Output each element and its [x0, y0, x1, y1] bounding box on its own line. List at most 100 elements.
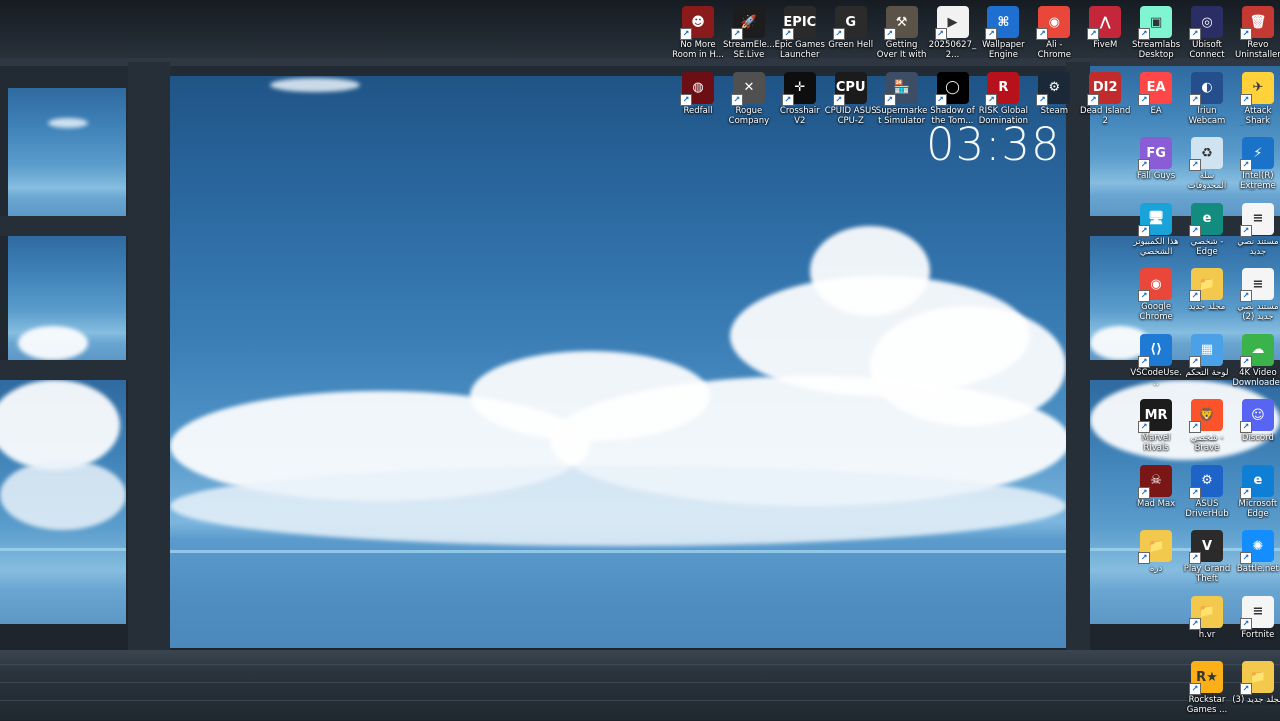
- icon-discord[interactable]: ☺ ↗ Discord: [1232, 395, 1280, 459]
- icon-label: شخصي - Brave: [1190, 433, 1224, 453]
- icon-epic-games[interactable]: EPIC ↗ Epic Games Launcher: [774, 2, 826, 66]
- icon-new-text-doc-2[interactable]: ≡ ↗ مستند نصي جديد (2): [1232, 264, 1280, 328]
- icon-redfall[interactable]: ◍ ↗ Redfall: [672, 68, 724, 132]
- icon-shadow-tomb-raider[interactable]: ◯ ↗ Shadow of the Tom...: [927, 68, 979, 132]
- shortcut-arrow-icon: ↗: [1239, 617, 1252, 630]
- icon-getting-over-it[interactable]: ⚒↗Getting Over It with Ben...: [876, 2, 928, 66]
- icon-mad-max[interactable]: ☠ ↗ Mad Max: [1130, 461, 1182, 525]
- shortcut-arrow-icon: ↗: [832, 28, 845, 40]
- icon-control-panel[interactable]: ▦ ↗ لوحة التحكم: [1181, 330, 1233, 394]
- icon-label: Intel(R) Extreme Tu...: [1240, 171, 1276, 191]
- icon-label: VSCodeUse...: [1130, 367, 1182, 388]
- icon-attack-shark-icon: ✈ ↗: [1239, 71, 1274, 106]
- icon-microsoft-edge[interactable]: e ↗ Microsoft Edge: [1232, 461, 1280, 525]
- icon-ubisoft-connect[interactable]: ◎ ↗ Ubisoft Connect: [1181, 2, 1233, 66]
- shortcut-arrow-icon: ↗: [1189, 486, 1201, 499]
- icon-label: مجلد جديد: [1188, 302, 1226, 312]
- icon-edge-personal[interactable]: e ↗ شخصي - Edge: [1181, 199, 1233, 263]
- icon-label: مستند نصي جديد (2): [1237, 302, 1279, 322]
- icon-google-chrome[interactable]: ◉ ↗ Google Chrome: [1130, 264, 1182, 328]
- shortcut-arrow-icon: ↗: [1239, 28, 1252, 40]
- icon-folder-h[interactable]: 📁 ↗ h.vr: [1181, 592, 1233, 656]
- shortcut-arrow-icon: ↗: [832, 93, 845, 106]
- icon-no-more-room-icon: ☻ ↗: [680, 6, 714, 40]
- icon-new-folder-3-icon: 📁 ↗: [1239, 661, 1274, 695]
- icon-edge-personal-icon: e ↗: [1189, 202, 1223, 237]
- icon-asus-driverhub[interactable]: ⚙ ↗ ASUS DriverHub: [1181, 461, 1233, 525]
- icon-fivem[interactable]: ⋀ ↗ FiveM: [1079, 2, 1131, 66]
- icon-4k-video-downloader[interactable]: ☁↗4K Video Downloader+: [1232, 330, 1280, 394]
- icon-vscode-icon: ⟨⟩ ↗: [1138, 333, 1173, 368]
- icon-fortnite[interactable]: ≡ ↗ Fortnite: [1232, 592, 1280, 656]
- icon-label: ASUS DriverHub: [1185, 498, 1229, 519]
- icon-wallpaper-engine-icon: ⌘ ↗: [985, 6, 1020, 40]
- icon-dead-island-2[interactable]: DI2 ↗ Dead Island 2: [1079, 68, 1131, 132]
- icon-iriun-webcam[interactable]: ◐ ↗ Iriun Webcam: [1181, 68, 1233, 132]
- icon-discord-icon: ☺ ↗: [1239, 399, 1274, 433]
- shortcut-arrow-icon: ↗: [934, 93, 947, 106]
- icon-label: Rogue Company: [728, 105, 770, 126]
- icon-label: h.vr: [1198, 629, 1216, 640]
- icon-wallpaper-engine[interactable]: ⌘ ↗ Wallpaper Engine: [977, 2, 1029, 66]
- icon-label: Ali - Chrome: [1037, 40, 1071, 60]
- icon-streamlabs-icon: ▣ ↗: [1138, 6, 1173, 40]
- shortcut-arrow-icon: ↗: [1239, 93, 1252, 106]
- icon-gta-v[interactable]: V↗Play Grand Theft Auto...: [1181, 526, 1233, 590]
- icon-marvel-rivals-icon: MR ↗: [1138, 399, 1173, 433]
- icon-green-hell[interactable]: G ↗ Green Hell: [825, 2, 877, 66]
- icon-risk-global-domination[interactable]: R ↗ RISK Global Domination: [977, 68, 1029, 132]
- icon-recycle-bin[interactable]: ♻ ↗ سلة المحذوفات: [1181, 133, 1233, 197]
- icon-fall-guys[interactable]: FG ↗ Fall Guys: [1130, 133, 1182, 197]
- icon-intel-extreme-tuning-icon: ⚡ ↗: [1239, 137, 1274, 171]
- icon-battle-net[interactable]: ✺ ↗ Battle.net: [1232, 526, 1280, 590]
- icon-supermarket-simulator[interactable]: 🏪 ↗ Supermarket Simulator: [876, 68, 928, 132]
- icon-shadow-tomb-raider-icon: ◯ ↗: [934, 71, 969, 106]
- icon-streamelements[interactable]: 🚀 ↗ StreamEle... SE.Live: [723, 2, 775, 66]
- icon-fall-guys-icon: FG ↗: [1138, 137, 1173, 171]
- shortcut-arrow-icon: ↗: [1138, 486, 1151, 499]
- icon-label: Supermarket Simulator: [875, 105, 928, 126]
- icon-ali-chrome[interactable]: ◉ ↗ Ali - Chrome: [1028, 2, 1080, 66]
- icon-rockstar-games[interactable]: R★ ↗ Rockstar Games ...: [1181, 657, 1233, 721]
- icon-control-panel-icon: ▦ ↗: [1189, 333, 1223, 368]
- icon-revo-uninstaller-icon: 🗑 ↗: [1239, 6, 1274, 40]
- icon-new-folder-3[interactable]: 📁 ↗ مجلد جديد (3): [1232, 657, 1280, 721]
- icon-new-text-doc-icon: ≡ ↗: [1239, 202, 1274, 237]
- icon-ali-chrome-icon: ◉ ↗: [1036, 6, 1071, 40]
- icon-new-text-doc[interactable]: ≡ ↗ مستند نصي جديد: [1232, 199, 1280, 263]
- shortcut-arrow-icon: ↗: [1239, 421, 1252, 433]
- shortcut-arrow-icon: ↗: [985, 93, 998, 106]
- icon-asus-driverhub-icon: ⚙ ↗: [1189, 464, 1223, 499]
- icon-attack-shark[interactable]: ✈↗Attack Shark Software: [1232, 68, 1280, 132]
- shortcut-arrow-icon: ↗: [680, 93, 692, 106]
- icon-revo-uninstaller[interactable]: 🗑 ↗ Revo Uninstaller: [1232, 2, 1280, 66]
- icon-label: Attack Shark Software: [1244, 105, 1272, 126]
- icon-fivem-icon: ⋀ ↗: [1087, 6, 1122, 40]
- icon-intel-extreme-tuning[interactable]: ⚡↗Intel(R) Extreme Tu...: [1232, 133, 1280, 197]
- icon-label: Getting Over It with Ben...: [876, 40, 927, 60]
- wallpaper-frame-right: [1066, 62, 1090, 652]
- shortcut-arrow-icon: ↗: [1239, 355, 1252, 368]
- shortcut-arrow-icon: ↗: [1239, 224, 1252, 237]
- icon-vscode[interactable]: ⟨⟩ ↗ VSCodeUse...: [1130, 330, 1182, 394]
- icon-marvel-rivals[interactable]: MR ↗ Marvel Rivals: [1130, 395, 1182, 459]
- icon-label: EA: [1150, 105, 1162, 116]
- icon-steam[interactable]: ⚙ ↗ Steam: [1028, 68, 1080, 132]
- shortcut-arrow-icon: ↗: [985, 28, 998, 40]
- icon-label: Epic Games Launcher: [774, 40, 825, 60]
- icon-no-more-room[interactable]: ☻ ↗ No More Room in H...: [672, 2, 724, 66]
- icon-crosshair-v2[interactable]: ✛ ↗ Crosshair V2: [774, 68, 826, 132]
- icon-rogue-company[interactable]: ✕ ↗ Rogue Company: [723, 68, 775, 132]
- icon-video-file[interactable]: ▶ ↗ 20250627_2...: [927, 2, 979, 66]
- icon-new-folder[interactable]: 📁 ↗ مجلد جديد: [1181, 264, 1233, 328]
- shortcut-arrow-icon: ↗: [934, 28, 947, 40]
- icon-streamlabs[interactable]: ▣ ↗ Streamlabs Desktop: [1130, 2, 1182, 66]
- icon-brave-personal[interactable]: 🦁 ↗ شخصي - Brave: [1181, 395, 1233, 459]
- shortcut-arrow-icon: ↗: [1087, 93, 1100, 106]
- icon-label: CPUID ASUS CPU-Z: [824, 105, 877, 126]
- icon-this-pc[interactable]: 🖥 ↗ هذا الكمبيوتر الشخصي: [1130, 199, 1182, 263]
- wallpaper-pane-left-bottom: [0, 380, 126, 624]
- icon-ea[interactable]: EA ↗ EA: [1130, 68, 1182, 132]
- icon-folder-arabic[interactable]: 📁 ↗ دره: [1130, 526, 1182, 590]
- icon-cpuid-cpuz[interactable]: CPU ↗ CPUID ASUS CPU-Z: [825, 68, 877, 132]
